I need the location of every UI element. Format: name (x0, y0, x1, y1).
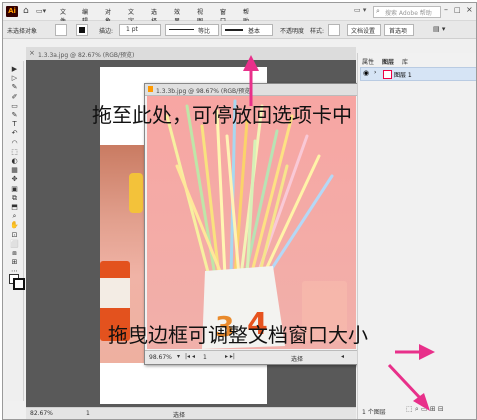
app-window: Ai ⌂ ▭▾ 文件(F)编辑(E)对象(O)文字(T)选择(S)效果(C)视图… (2, 2, 477, 420)
annotation-top: 拖至此处，可停放回选项卡中 (92, 103, 352, 127)
annotation-bottom: 拖曳边框可调整文档窗口大小 (108, 323, 368, 347)
annotation-arrows (243, 55, 435, 411)
